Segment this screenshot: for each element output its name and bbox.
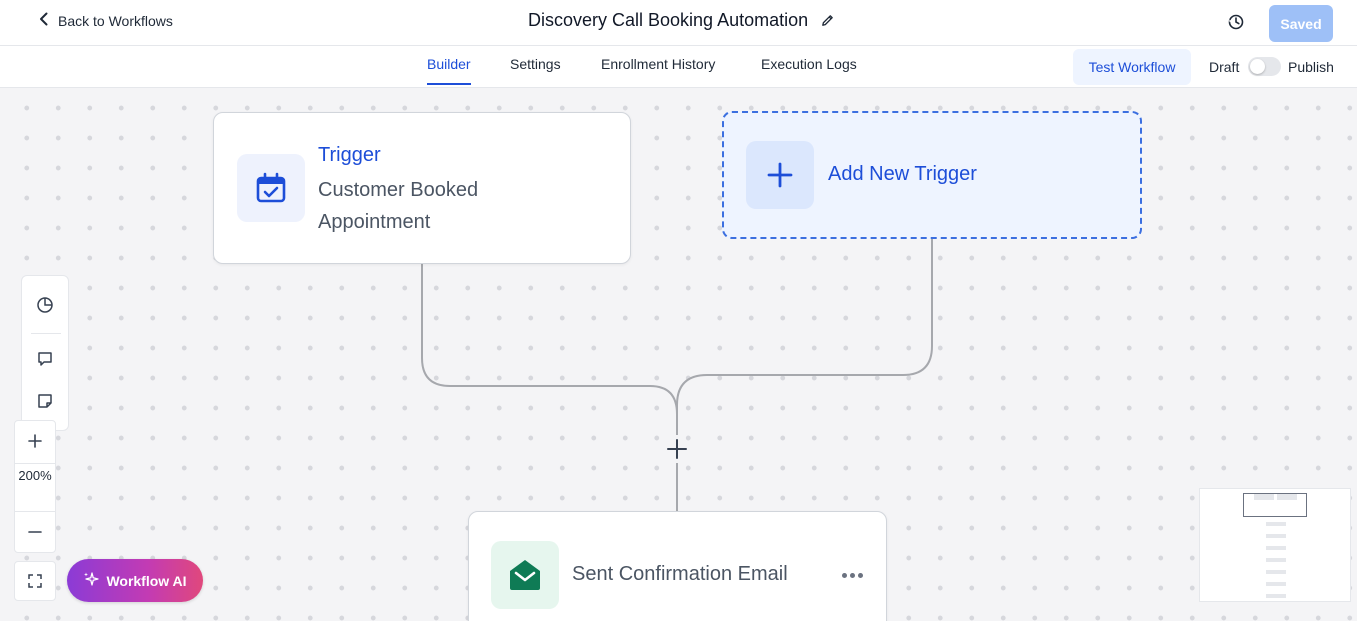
tab-enrollment-history[interactable]: Enrollment History (601, 56, 715, 83)
pencil-icon[interactable] (820, 13, 835, 28)
plus-icon (746, 141, 814, 209)
workflow-canvas[interactable]: Trigger Customer Booked Appointment Add … (0, 88, 1357, 621)
chart-pie-icon[interactable] (34, 294, 56, 316)
workflow-title: Discovery Call Booking Automation (528, 10, 809, 30)
sparkle-icon (83, 571, 100, 590)
back-label: Back to Workflows (58, 12, 173, 29)
zoom-level: 200% (18, 468, 52, 483)
trigger-description: Customer Booked Appointment (318, 179, 479, 233)
workflow-ai-label: Workflow AI (106, 572, 187, 589)
tab-builder[interactable]: Builder (427, 56, 471, 85)
add-new-trigger-label: Add New Trigger (828, 163, 977, 185)
sticky-note-icon[interactable] (34, 390, 56, 412)
draft-label: Draft (1209, 59, 1240, 75)
top-bar: Back to Workflows Discovery Call Booking… (0, 0, 1357, 46)
tab-bar: Builder Settings Enrollment History Exec… (0, 46, 1357, 88)
publish-toggle[interactable] (1248, 57, 1281, 76)
test-workflow-button[interactable]: Test Workflow (1073, 49, 1191, 85)
chevron-left-icon (36, 11, 52, 30)
action-node-email[interactable]: Sent Confirmation Email (468, 511, 887, 621)
tab-execution-logs[interactable]: Execution Logs (761, 56, 857, 83)
back-to-workflows-link[interactable]: Back to Workflows (36, 11, 173, 30)
action-label: Sent Confirmation Email (572, 563, 788, 585)
workflow-title-group: Discovery Call Booking Automation (528, 10, 835, 31)
toggle-knob (1250, 59, 1265, 74)
fit-view-icon[interactable] (14, 561, 56, 601)
add-new-trigger-button[interactable]: Add New Trigger (722, 111, 1142, 239)
zoom-in-icon[interactable] (15, 421, 55, 461)
minimap[interactable] (1199, 488, 1351, 602)
email-envelope-icon (491, 541, 559, 609)
calendar-check-icon (237, 154, 305, 222)
more-options-icon[interactable] (839, 564, 865, 586)
publish-label: Publish (1288, 59, 1334, 75)
minimap-viewport[interactable] (1243, 493, 1307, 517)
zoom-out-icon[interactable] (15, 512, 55, 552)
zoom-controls: 200% (14, 420, 56, 553)
trigger-title: Trigger (318, 144, 381, 166)
saved-button[interactable]: Saved (1269, 5, 1333, 42)
history-icon[interactable] (1226, 12, 1246, 32)
canvas-side-toolbar (21, 275, 69, 431)
trigger-node[interactable]: Trigger Customer Booked Appointment (213, 112, 631, 264)
comment-icon[interactable] (34, 348, 56, 370)
workflow-ai-button[interactable]: Workflow AI (67, 559, 203, 602)
tab-settings[interactable]: Settings (510, 56, 561, 83)
add-step-icon[interactable] (663, 435, 691, 463)
